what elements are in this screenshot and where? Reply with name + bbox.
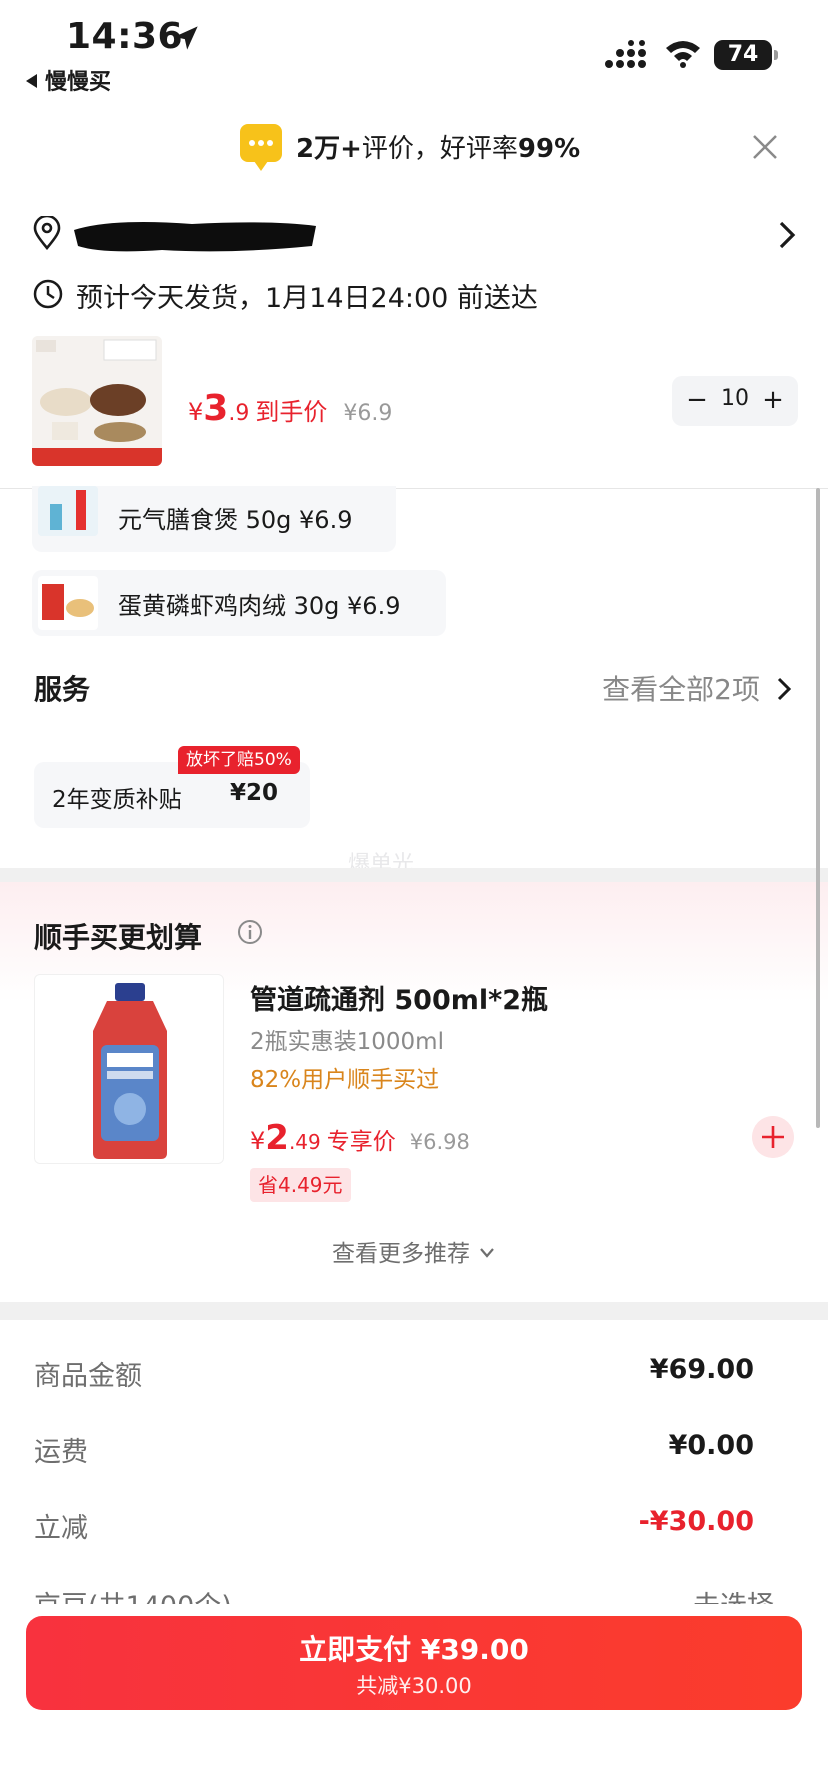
bundle-item[interactable]: 蛋黄磷虾鸡肉绒 30g ¥6.9 — [32, 570, 446, 636]
bundle-item-label: 元气膳食煲 50g ¥6.9 — [118, 506, 353, 534]
delivery-eta-text: 预计今天发货，1月14日24:00 前送达 — [76, 283, 538, 314]
goods-amount-label: 商品金额 — [34, 1361, 142, 1392]
info-icon[interactable] — [236, 918, 264, 946]
discount-row: 立减 -¥30.00 — [34, 1506, 754, 1546]
status-bar: 14:36 慢慢买 74 — [0, 0, 828, 100]
product-image[interactable] — [32, 336, 162, 466]
chevron-right-icon — [779, 221, 796, 249]
upsell-section: 顺手买更划算 管道疏通剂 500ml*2瓶 2瓶实惠装1000ml 82%用户顺… — [0, 882, 828, 1302]
increase-quantity-button[interactable]: + — [756, 382, 790, 420]
original-price: ¥6.98 — [409, 1130, 470, 1154]
bundle-item-thumbnail — [38, 486, 98, 536]
review-summary: 2万+评价，好评率99% — [296, 128, 580, 165]
original-price: ¥6.9 — [343, 401, 393, 426]
pay-discount-subtext: 共减¥30.00 — [356, 1674, 472, 1698]
discount-value: -¥30.00 — [638, 1506, 754, 1537]
shipping-label: 运费 — [34, 1437, 88, 1468]
jingdou-value: 未选择 — [693, 1584, 774, 1604]
review-rate: 99% — [517, 134, 581, 164]
comment-bubble-icon — [240, 124, 282, 171]
more-recommendations-link[interactable]: 查看更多推荐 — [0, 1234, 828, 1268]
bundle-item-photo — [38, 486, 98, 536]
bundle-item-photo — [38, 576, 98, 630]
review-banner: 2万+评价，好评率99% — [0, 118, 828, 178]
service-option-label: 2年变质补贴 — [52, 787, 182, 813]
location-arrow-icon — [174, 26, 198, 50]
pay-now-button[interactable]: 立即支付 ¥39.00 共减¥30.00 — [26, 1616, 802, 1710]
price-decimal: .49 — [288, 1130, 321, 1154]
price-currency: ¥ — [250, 1127, 266, 1155]
clock-icon — [33, 279, 63, 309]
location-pin-icon — [33, 216, 61, 250]
battery-indicator: 74 — [714, 40, 778, 70]
upsell-social-proof: 82%用户顺手买过 — [250, 1067, 440, 1093]
service-view-all-link[interactable]: 查看全部2项 — [602, 668, 794, 708]
product-photo — [32, 336, 162, 466]
section-separator — [0, 1302, 828, 1320]
pay-now-label: 立即支付 ¥39.00 — [299, 1633, 529, 1666]
price-tag: 到手价 — [255, 398, 328, 426]
more-recommendations-label: 查看更多推荐 — [332, 1241, 470, 1267]
quantity-stepper: − 10 + — [672, 376, 798, 426]
close-icon[interactable] — [750, 132, 780, 162]
back-to-app-link[interactable]: 慢慢买 — [26, 64, 111, 96]
decrease-quantity-button[interactable]: − — [680, 382, 714, 420]
service-option-price: ¥20 — [230, 780, 279, 806]
back-app-label: 慢慢买 — [45, 70, 112, 95]
upsell-product-spec: 2瓶实惠装1000ml — [250, 1029, 444, 1055]
bundle-item-thumbnail — [38, 576, 98, 630]
price-decimal: .9 — [228, 401, 250, 426]
service-promo-badge: 放坏了赔50% — [178, 746, 300, 774]
service-title: 服务 — [34, 673, 91, 706]
back-triangle-icon — [26, 74, 37, 88]
quantity-value[interactable]: 10 — [716, 386, 754, 411]
shipping-value: ¥0.00 — [668, 1430, 754, 1461]
chevron-right-icon — [777, 677, 792, 701]
jingdou-label: 京豆(共1400个) — [34, 1584, 232, 1604]
product-price: ¥3.9 到手价 ¥6.9 — [188, 388, 392, 429]
price-integer: 2 — [265, 1118, 289, 1158]
review-count: 2万+ — [296, 134, 362, 164]
upsell-product-name[interactable]: 管道疏通剂 500ml*2瓶 — [250, 978, 548, 1017]
upsell-title: 顺手买更划算 — [34, 921, 203, 954]
chevron-down-icon — [480, 1248, 494, 1258]
scrollbar[interactable] — [816, 488, 820, 1128]
price-tag: 专享价 — [326, 1129, 396, 1155]
address-row[interactable] — [32, 212, 798, 256]
service-view-all-label: 查看全部2项 — [602, 673, 760, 706]
cellular-signal-icon — [605, 40, 646, 68]
savings-badge: 省4.49元 — [250, 1168, 351, 1202]
product-row: ¥3.9 到手价 ¥6.9 − 10 + — [32, 336, 798, 468]
shipping-row: 运费 ¥0.00 — [34, 1430, 754, 1470]
goods-amount-row: 商品金额 ¥69.00 — [34, 1354, 754, 1394]
jingdou-row[interactable]: 京豆(共1400个) 未选择 — [34, 1584, 794, 1604]
upsell-product-image[interactable] — [34, 974, 224, 1164]
delivery-eta-row: 预计今天发货，1月14日24:00 前送达 — [32, 274, 792, 314]
wifi-icon — [666, 41, 700, 68]
bundle-item[interactable]: 元气膳食煲 50g ¥6.9 — [32, 486, 396, 552]
price-integer: 3 — [203, 388, 229, 429]
goods-amount-value: ¥69.00 — [649, 1354, 754, 1385]
section-separator — [0, 868, 828, 882]
status-time: 14:36 — [66, 16, 184, 57]
redacted-address — [74, 222, 316, 252]
review-middle: 评价，好评率 — [361, 134, 518, 164]
upsell-price: ¥2.49 专享价 ¥6.98 — [250, 1118, 470, 1158]
price-currency: ¥ — [188, 398, 204, 426]
drain-cleaner-bottle-photo — [93, 983, 167, 1159]
discount-label: 立减 — [34, 1513, 88, 1544]
add-to-order-button[interactable] — [752, 1116, 794, 1158]
bundle-item-label: 蛋黄磷虾鸡肉绒 30g ¥6.9 — [118, 592, 401, 620]
